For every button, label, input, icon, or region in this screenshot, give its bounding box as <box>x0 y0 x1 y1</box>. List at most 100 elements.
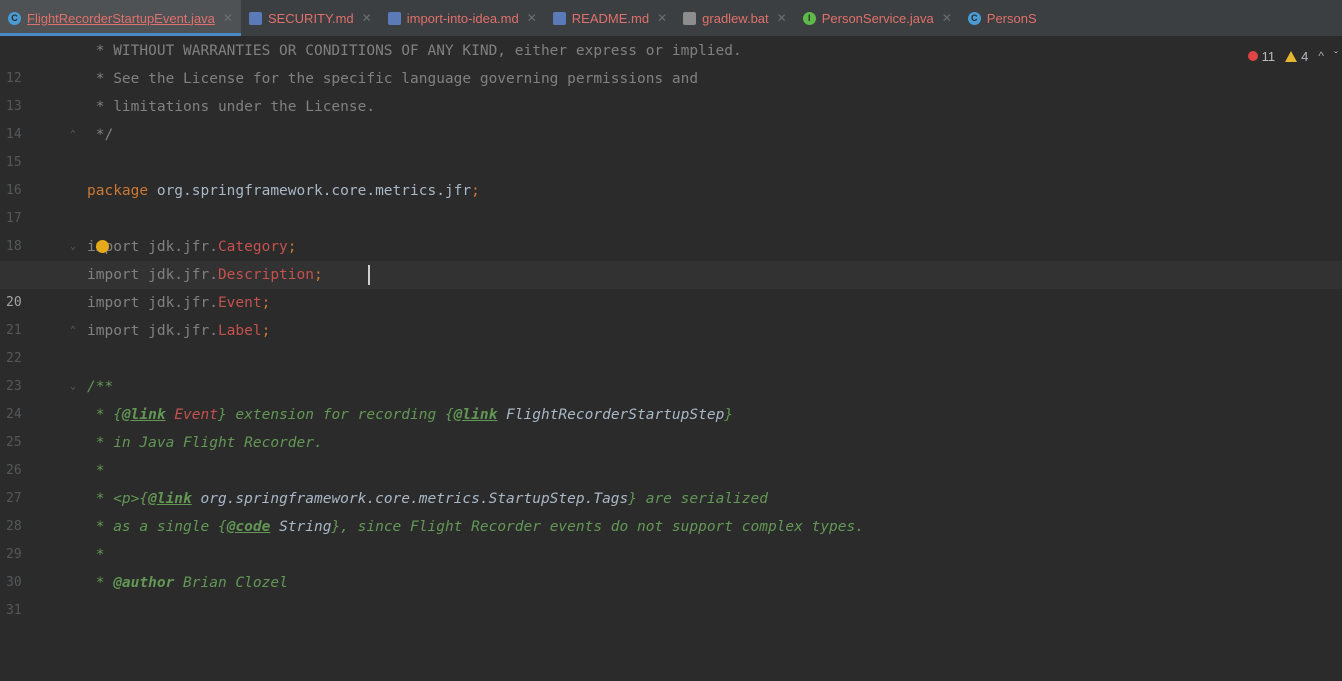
class-ref: Category <box>217 239 288 255</box>
javadoc-line: * <p>{@link org.springframework.core.met… <box>87 485 768 513</box>
markdown-icon <box>387 11 401 25</box>
code-line: 30 * <box>0 541 1342 590</box>
tab-label: PersonService.java <box>821 10 934 26</box>
tab-label: README.md <box>571 10 650 26</box>
close-icon[interactable]: ✕ <box>942 11 952 25</box>
javadoc-text: * { <box>87 407 122 423</box>
javadoc-text: * as a single { <box>87 519 227 535</box>
code-line-current: 20 import jdk.jfr.Description; <box>0 261 1342 310</box>
markdown-icon <box>552 11 566 25</box>
tab-flight-recorder-startup-event[interactable]: C FlightRecorderStartupEvent.java ✕ <box>0 0 241 36</box>
code-line: 28 * <p>{@link org.springframework.core.… <box>0 485 1342 534</box>
javadoc-text: } <box>724 407 734 423</box>
import-statement: import jdk.jfr.Category; <box>87 233 297 261</box>
javadoc-tag: @link <box>453 407 498 423</box>
class-ref: Event <box>217 295 262 311</box>
semicolon: ; <box>261 323 271 339</box>
javadoc-ref: String <box>270 519 332 535</box>
java-class-icon: C <box>967 11 981 25</box>
import-statement: import jdk.jfr.Event; <box>87 289 270 317</box>
code-line: 18 <box>0 205 1342 254</box>
code-line: 15 ⌃ */ <box>0 121 1342 170</box>
javadoc-text: * <box>87 547 105 563</box>
tab-import-into-idea-md[interactable]: import-into-idea.md ✕ <box>380 0 545 36</box>
tab-label: PersonS <box>986 10 1037 26</box>
class-ref: Description <box>217 267 314 283</box>
import-statement: import jdk.jfr.Label; <box>87 317 270 345</box>
semicolon: ; <box>287 239 297 255</box>
javadoc-text: }, since Flight Recorder events do not s… <box>331 519 864 535</box>
code-line: 29 * as a single {@code String}, since F… <box>0 513 1342 562</box>
tab-gradlew-bat[interactable]: gradlew.bat ✕ <box>675 0 795 36</box>
javadoc-line: * as a single {@code String}, since Flig… <box>87 513 864 541</box>
code-line: 25 * {@link Event} extension for recordi… <box>0 401 1342 450</box>
comment-text: */ <box>87 127 114 143</box>
markdown-icon <box>248 11 262 25</box>
tab-label: gradlew.bat <box>702 10 769 26</box>
javadoc-text: } are serialized <box>628 491 768 507</box>
code-line: 14 * limitations under the License. <box>0 93 1342 142</box>
package-name: org.springframework.core.metrics.jfr <box>148 183 472 199</box>
javadoc-text: /** <box>87 379 114 395</box>
code-line: 22 ⌃ import jdk.jfr.Label; <box>0 317 1342 366</box>
fold-start-icon[interactable]: ⌄ <box>70 382 80 392</box>
tab-label: import-into-idea.md <box>406 10 519 26</box>
fold-start-icon[interactable]: ⌄ <box>70 242 80 252</box>
javadoc-class-ref: Event <box>174 407 218 423</box>
package-statement: package org.springframework.core.metrics… <box>87 177 480 205</box>
import-statement: import jdk.jfr.Description; <box>87 261 323 289</box>
tab-label: SECURITY.md <box>267 10 354 26</box>
javadoc-text <box>166 407 175 423</box>
close-icon[interactable]: ✕ <box>777 11 787 25</box>
code-line: 24 ⌄ /** <box>0 373 1342 422</box>
code-line: 31 * @author Brian Clozel <box>0 569 1342 618</box>
comment-text: * WITHOUT WARRANTIES OR CONDITIONS OF AN… <box>87 43 742 59</box>
tab-label: FlightRecorderStartupEvent.java <box>27 10 215 26</box>
import-path: import jdk.jfr. <box>87 267 218 283</box>
code-line: 13 * See the License for the specific la… <box>0 65 1342 114</box>
close-icon[interactable]: ✕ <box>362 11 372 25</box>
code-line: 17 package org.springframework.core.metr… <box>0 177 1342 226</box>
javadoc-line: * @author Brian Clozel <box>87 569 288 597</box>
code-line: 12 * WITHOUT WARRANTIES OR CONDITIONS OF… <box>0 37 1342 86</box>
semicolon: ; <box>471 183 480 199</box>
class-ref: Label <box>217 323 262 339</box>
editor-tab-bar: C FlightRecorderStartupEvent.java ✕ SECU… <box>0 0 1342 37</box>
comment-text: * See the License for the specific langu… <box>87 71 699 87</box>
code-editor[interactable]: 12 * WITHOUT WARRANTIES OR CONDITIONS OF… <box>0 37 1342 618</box>
tab-person-service-java[interactable]: I PersonService.java ✕ <box>795 0 960 36</box>
tab-person-s[interactable]: C PersonS <box>960 0 1045 36</box>
lightbulb-icon[interactable] <box>96 240 109 253</box>
interface-icon: I <box>802 11 816 25</box>
java-class-icon: C <box>8 11 21 25</box>
close-icon[interactable]: ✕ <box>657 11 667 25</box>
tab-security-md[interactable]: SECURITY.md ✕ <box>241 0 380 36</box>
javadoc-ref: FlightRecorderStartupStep <box>497 407 725 423</box>
javadoc-tag: @link <box>148 491 192 507</box>
javadoc-ref: org.springframework.core.metrics.Startup… <box>191 491 629 507</box>
code-line: 19 ⌄ import jdk.jfr.Category; <box>0 233 1342 282</box>
semicolon: ; <box>313 267 323 283</box>
javadoc-text: } extension for recording { <box>217 407 454 423</box>
javadoc-text: * <box>87 463 105 479</box>
code-line: 23 <box>0 345 1342 394</box>
javadoc-text: * in Java Flight Recorder. <box>87 435 323 451</box>
line-number: 31 <box>6 603 22 618</box>
close-icon[interactable]: ✕ <box>223 11 233 25</box>
code-line: 27 * <box>0 457 1342 506</box>
code-line: 21 import jdk.jfr.Event; <box>0 289 1342 338</box>
javadoc-tag: @code <box>226 519 271 535</box>
fold-end-icon[interactable]: ⌃ <box>70 130 80 140</box>
code-line: 26 * in Java Flight Recorder. <box>0 429 1342 478</box>
tab-readme-md[interactable]: README.md ✕ <box>545 0 675 36</box>
import-path: import jdk.jfr. <box>87 323 218 339</box>
text-caret <box>368 265 370 285</box>
javadoc-text: * <p>{ <box>87 491 149 507</box>
semicolon: ; <box>261 295 271 311</box>
code-line: 16 <box>0 149 1342 198</box>
bat-file-icon <box>683 11 697 25</box>
import-path: import jdk.jfr. <box>87 295 218 311</box>
javadoc-line: * { @link Event} extension for recording … <box>87 401 733 429</box>
close-icon[interactable]: ✕ <box>527 11 537 25</box>
fold-end-icon[interactable]: ⌃ <box>70 326 80 336</box>
